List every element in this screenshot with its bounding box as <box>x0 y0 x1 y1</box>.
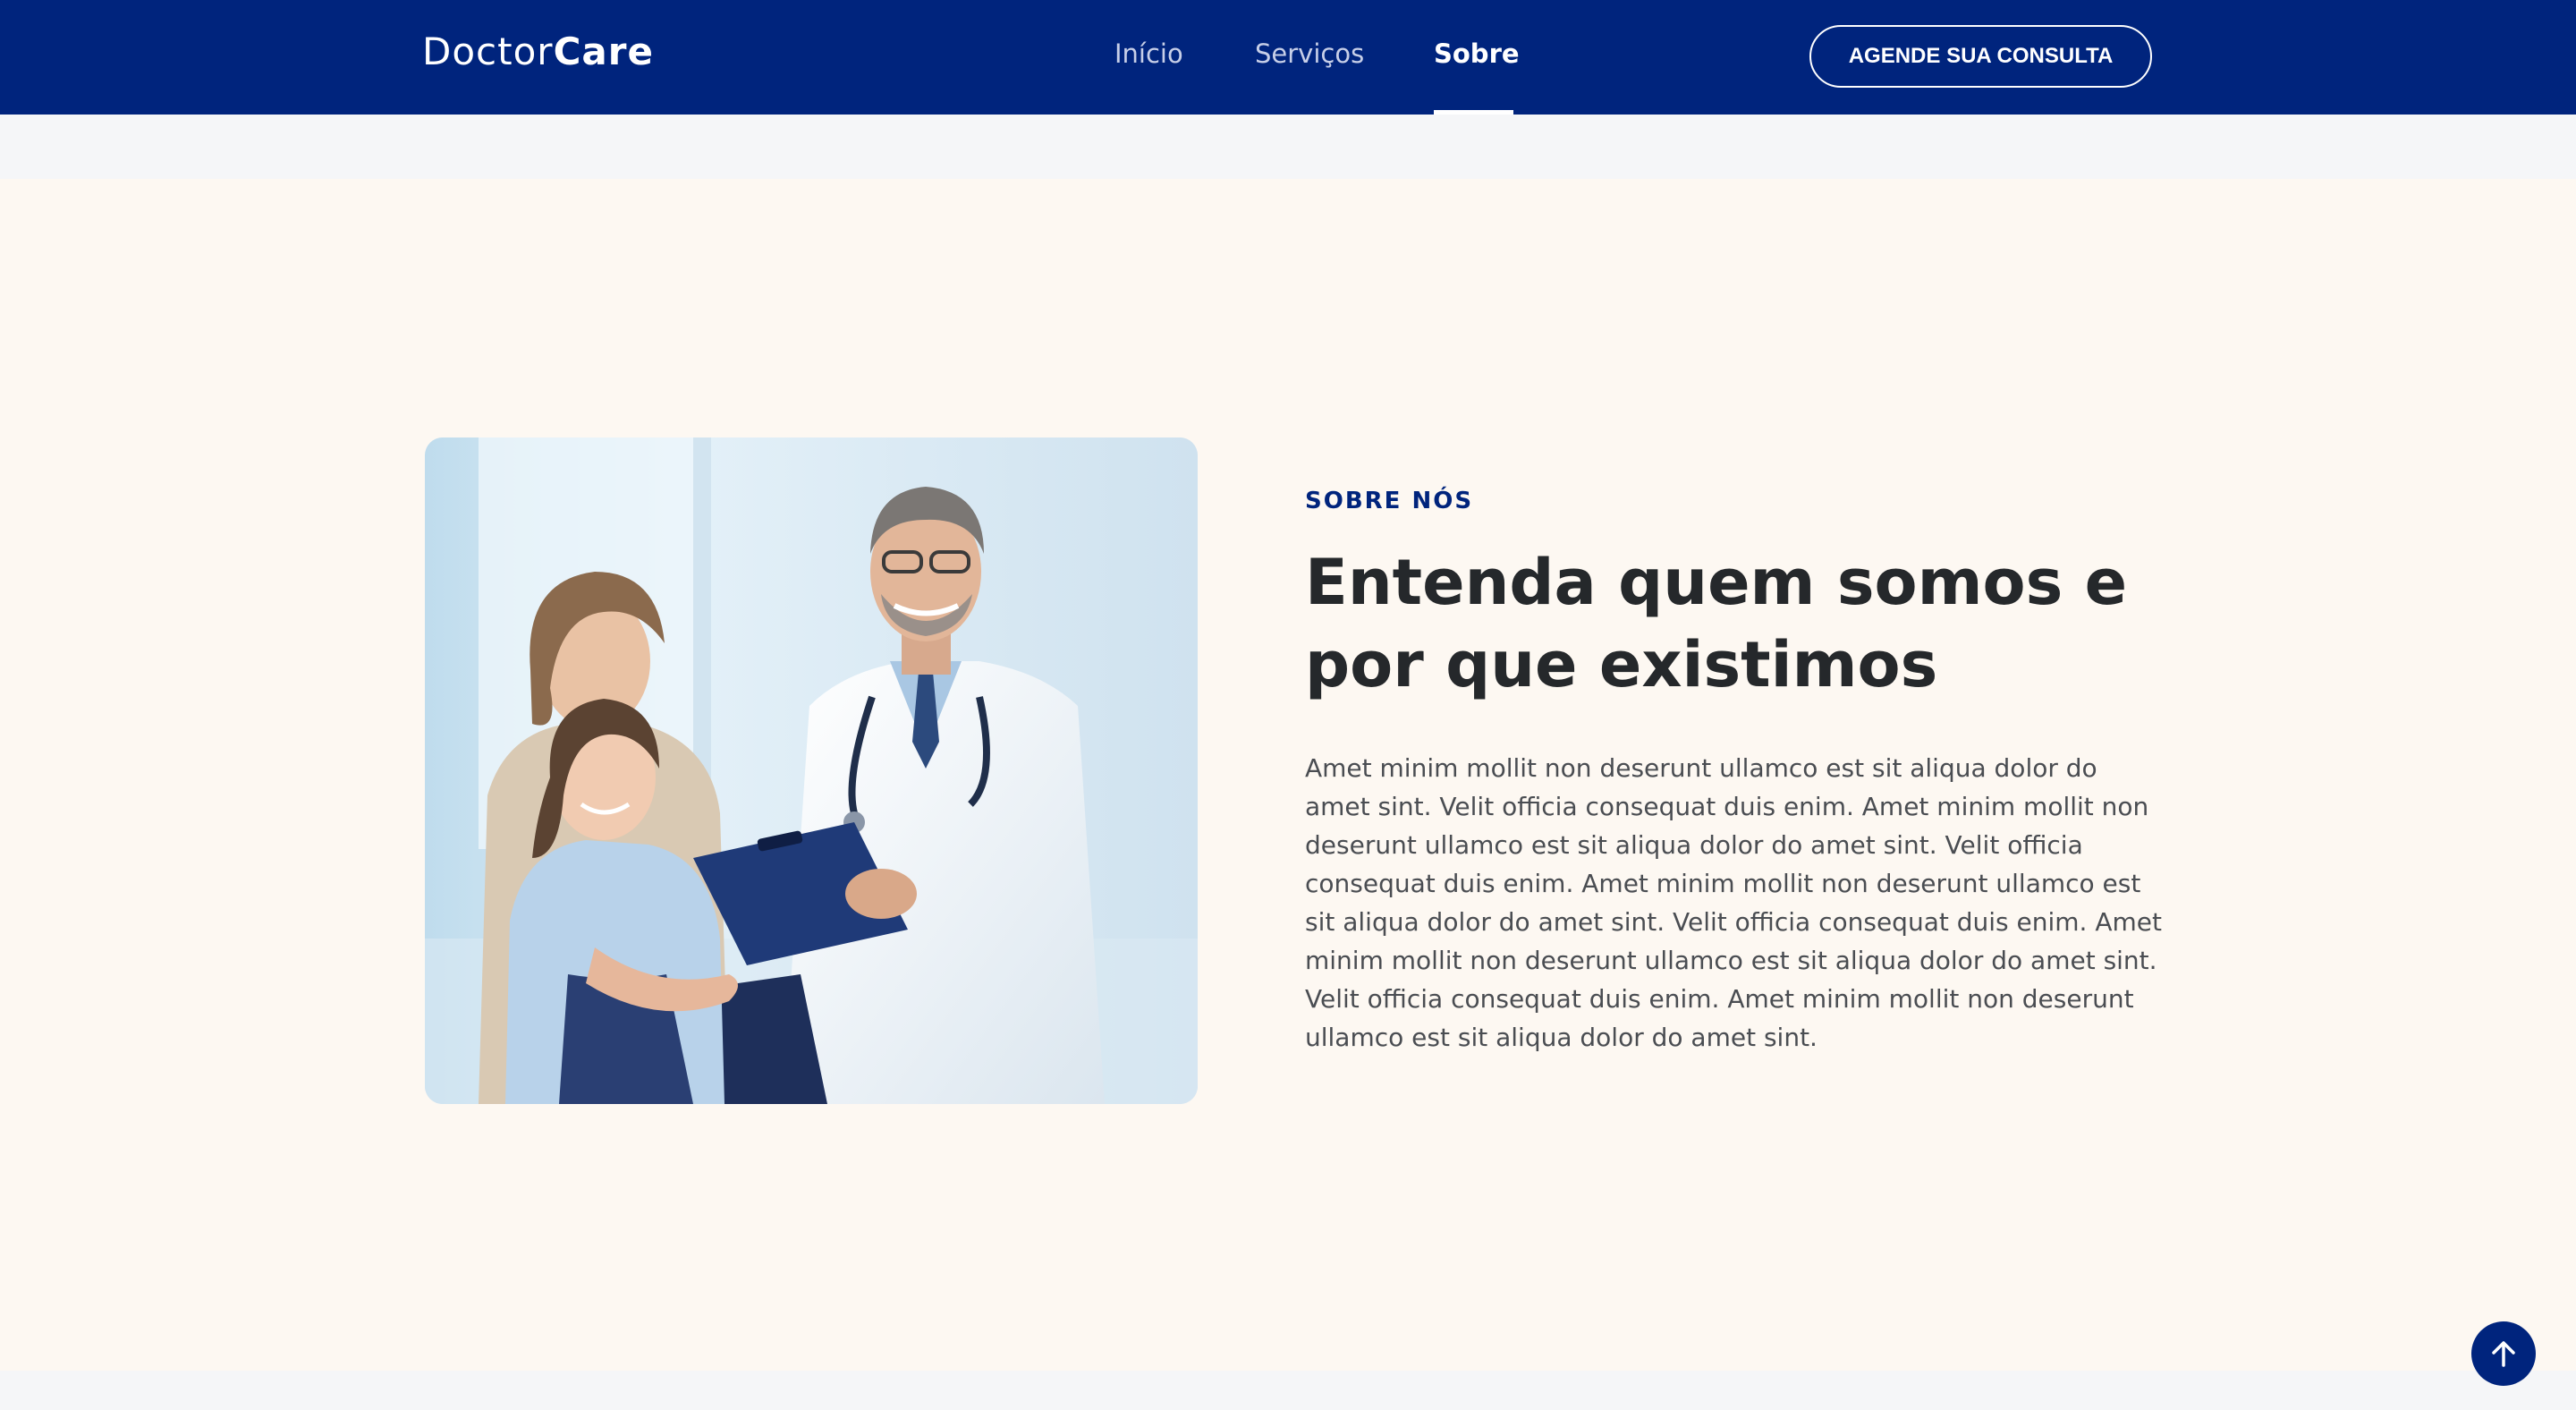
doctor-family-photo <box>425 437 1198 1104</box>
section-heading: Entenda quem somos e por que existimos <box>1305 541 2182 706</box>
heading-line-1: Entenda quem somos e <box>1305 546 2128 619</box>
logo-text-light: Doctor <box>422 30 554 73</box>
about-section: SOBRE NÓS Entenda quem somos e por que e… <box>0 179 2576 1371</box>
arrow-up-icon <box>2492 1341 2515 1367</box>
active-nav-indicator <box>1434 110 1513 115</box>
schedule-appointment-button[interactable]: AGENDE SUA CONSULTA <box>1809 25 2152 88</box>
heading-line-2: por que existimos <box>1305 628 1938 701</box>
logo-text-bold: Care <box>553 30 654 73</box>
nav-item-sobre[interactable]: Sobre <box>1434 32 1520 75</box>
section-eyebrow: SOBRE NÓS <box>1305 488 1474 514</box>
nav-item-inicio[interactable]: Início <box>1114 32 1183 75</box>
back-to-top-button[interactable] <box>2471 1321 2536 1386</box>
nav-item-servicos[interactable]: Serviços <box>1255 32 1364 75</box>
logo[interactable]: DoctorCare <box>422 27 654 77</box>
top-navbar: DoctorCare Início Serviços Sobre AGENDE … <box>0 0 2576 115</box>
section-description: Amet minim mollit non deserunt ullamco e… <box>1305 753 2162 1052</box>
